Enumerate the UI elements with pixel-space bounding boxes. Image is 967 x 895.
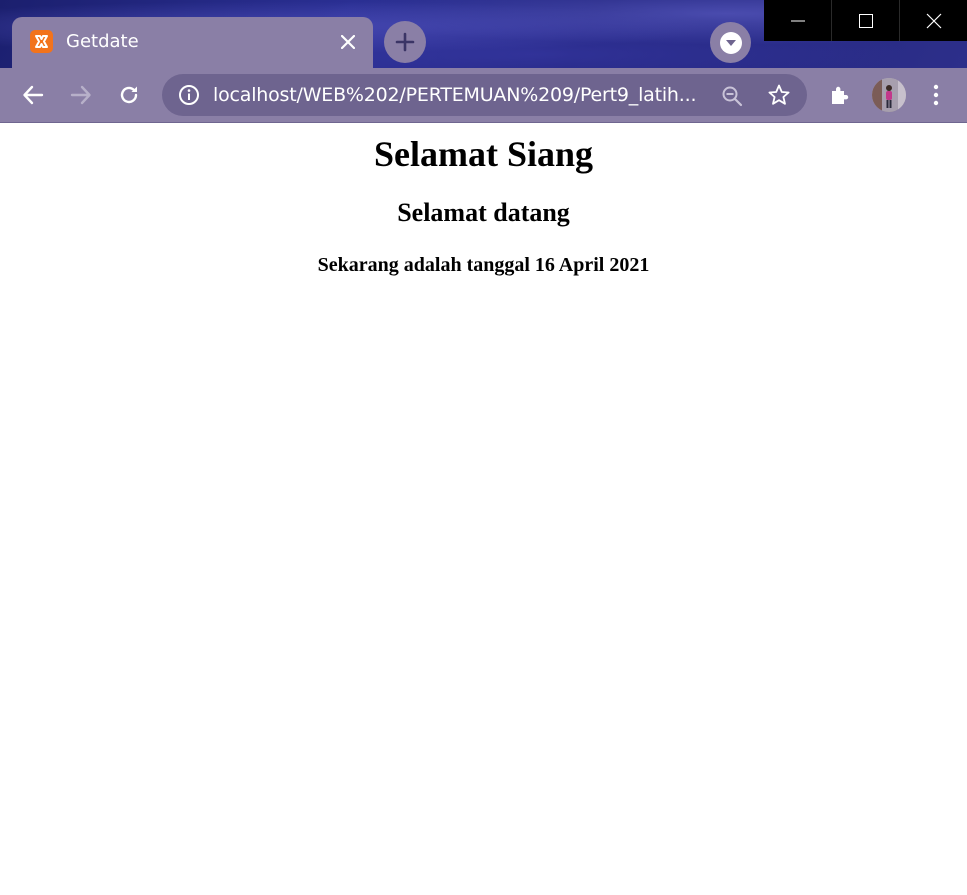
- reload-button[interactable]: [111, 77, 147, 113]
- title-bar: Getdate: [0, 0, 967, 68]
- close-icon: [926, 13, 941, 28]
- profile-photo-icon: [872, 78, 906, 112]
- maximize-icon: [858, 13, 873, 28]
- avatar[interactable]: [872, 78, 906, 112]
- maximize-button[interactable]: [831, 0, 899, 41]
- minimize-button[interactable]: [764, 0, 831, 41]
- new-tab-button[interactable]: [384, 21, 426, 63]
- address-bar[interactable]: localhost/WEB%202/PERTEMUAN%209/Pert9_la…: [162, 74, 807, 116]
- tab-title: Getdate: [66, 31, 139, 52]
- close-tab-icon[interactable]: [337, 31, 359, 53]
- minimize-icon: [790, 20, 805, 21]
- tab-search-button[interactable]: [710, 22, 751, 63]
- welcome-heading: Selamat datang: [397, 198, 570, 227]
- extensions-button[interactable]: [822, 77, 858, 113]
- browser-toolbar: localhost/WEB%202/PERTEMUAN%209/Pert9_la…: [0, 68, 967, 123]
- url-text[interactable]: localhost/WEB%202/PERTEMUAN%209/Pert9_la…: [213, 84, 703, 106]
- greeting-heading: Selamat Siang: [373, 134, 594, 174]
- plus-icon: [395, 32, 415, 52]
- tab-getdate[interactable]: Getdate: [12, 17, 373, 68]
- star-icon[interactable]: [766, 82, 792, 108]
- date-heading: Sekarang adalah tanggal 16 April 2021: [317, 254, 650, 276]
- menu-button[interactable]: [918, 77, 954, 113]
- info-icon[interactable]: [178, 84, 200, 106]
- reload-icon: [120, 86, 138, 104]
- close-window-button[interactable]: [899, 0, 967, 41]
- back-button[interactable]: [15, 77, 51, 113]
- page-content: Selamat Siang Selamat datang Sekarang ad…: [0, 123, 967, 895]
- arrow-right-icon: [70, 85, 91, 105]
- xampp-icon: [30, 30, 53, 53]
- zoom-out-icon[interactable]: [719, 83, 745, 109]
- puzzle-icon: [832, 86, 849, 104]
- forward-button[interactable]: [63, 77, 99, 113]
- window-controls: [764, 0, 967, 41]
- chevron-down-icon: [719, 31, 742, 54]
- more-vert-icon: [933, 84, 939, 106]
- arrow-left-icon: [23, 85, 44, 105]
